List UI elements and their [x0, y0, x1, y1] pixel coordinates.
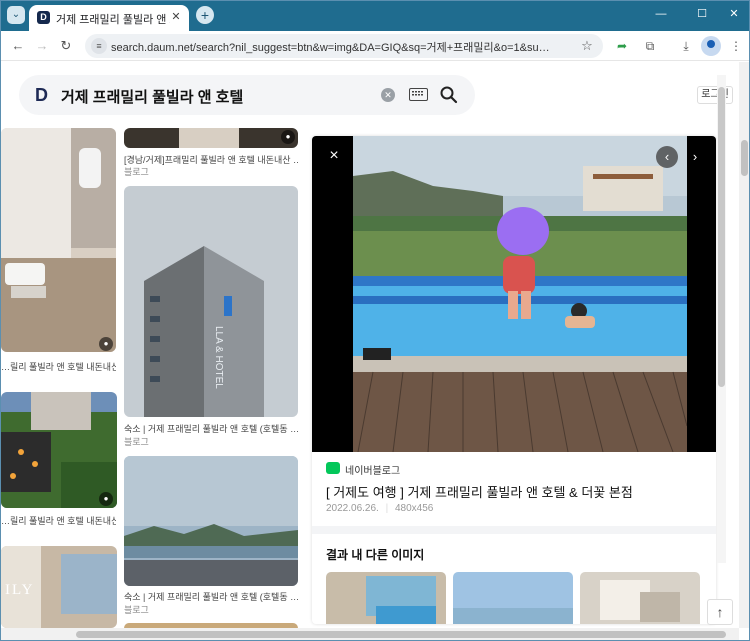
detail-scrollbar[interactable]	[717, 75, 726, 563]
browser-toolbar: ← → ↻ ≡ search.daum.net/search?nil_sugge…	[1, 31, 749, 61]
minimize-button[interactable]: —	[651, 6, 671, 22]
page-horizontal-scrollbar[interactable]	[1, 628, 739, 640]
result-image[interactable]: ILY	[1, 546, 117, 628]
result-caption[interactable]: …릴리 풀빌라 앤 호텔 내돈내산 …	[1, 360, 116, 373]
search-bar[interactable]: D 거제 프래밀리 풀빌라 앤 호텔 ✕	[19, 75, 475, 115]
daum-logo[interactable]: D	[35, 86, 51, 104]
forward-button[interactable]: →	[33, 37, 51, 55]
location-pin-icon: ●	[99, 337, 113, 351]
next-image-button[interactable]: ›	[684, 146, 706, 168]
result-image[interactable]	[124, 128, 298, 148]
bookmark-star-icon[interactable]: ☆	[579, 38, 595, 54]
result-source[interactable]: 블로그	[124, 165, 149, 178]
new-tab-button[interactable]: +	[196, 6, 214, 24]
browser-tab[interactable]: D 거제 프래밀리 풀빌라 앤 호텔 ✕	[29, 5, 189, 31]
search-input[interactable]: 거제 프래밀리 풀빌라 앤 호텔	[61, 86, 243, 107]
result-caption[interactable]: …릴리 풀빌라 앤 호텔 내돈내산 …	[1, 514, 116, 527]
page-vertical-scrollbar[interactable]	[739, 62, 749, 628]
result-image[interactable]	[1, 128, 116, 352]
image-detail-panel: × ‹ › 네이버블로그 [ 거제도 여행 ] 거제 프래밀리 풀빌라 앤 호텔…	[312, 136, 716, 624]
close-icon[interactable]: ×	[326, 148, 342, 164]
result-source[interactable]: 블로그	[124, 603, 149, 616]
extensions-icon[interactable]: ⧉	[641, 37, 659, 55]
downloads-icon[interactable]: ⤓	[677, 37, 695, 55]
detail-size: 480x456	[395, 503, 434, 514]
similar-image[interactable]	[453, 572, 573, 624]
section-divider	[312, 526, 716, 534]
page-vertical-scrollbar-thumb[interactable]	[741, 140, 748, 176]
search-icon[interactable]	[439, 85, 459, 105]
clear-icon[interactable]: ✕	[381, 88, 395, 102]
url-text[interactable]: search.daum.net/search?nil_suggest=btn&w…	[111, 39, 551, 55]
result-caption[interactable]: [경남/거제]프래밀리 풀빌라 앤 호텔 내돈내산 …	[124, 153, 298, 166]
naver-blog-icon	[326, 462, 340, 474]
svg-text:ILY: ILY	[5, 582, 35, 598]
detail-title[interactable]: [ 거제도 여행 ] 거제 프래밀리 풀빌라 앤 호텔 & 더꽃 본점	[326, 482, 706, 501]
meta-divider: |	[385, 503, 389, 514]
detail-date: 2022.06.26.	[326, 503, 379, 514]
result-image[interactable]	[1, 392, 117, 508]
similar-image[interactable]	[580, 572, 700, 624]
back-button[interactable]: ←	[9, 37, 27, 55]
page-content: D 거제 프래밀리 풀빌라 앤 호텔 ✕ 로그인 ● …릴리 풀빌라 앤 호텔 …	[1, 62, 739, 628]
result-image[interactable]	[124, 456, 298, 586]
reload-button[interactable]: ↻	[57, 37, 75, 55]
location-pin-icon: ●	[281, 130, 295, 144]
window-close-button[interactable]: ✕	[724, 6, 744, 22]
tab-title: 거제 프래밀리 풀빌라 앤 호텔	[56, 14, 170, 26]
scroll-to-top-button[interactable]: ↑	[707, 599, 733, 625]
profile-avatar-icon[interactable]	[701, 36, 721, 56]
source-label[interactable]: 네이버블로그	[345, 462, 400, 477]
detail-image-viewer: × ‹ ›	[312, 136, 716, 452]
keyboard-icon[interactable]	[409, 88, 428, 101]
tab-search-button[interactable]: ⌄	[7, 6, 25, 24]
result-image[interactable]: LLA & HOTEL	[124, 186, 298, 417]
location-pin-icon: ●	[99, 492, 113, 506]
result-caption[interactable]: 숙소 | 거제 프래밀리 풀빌라 앤 호텔 (호텔동 …	[124, 590, 298, 603]
daum-favicon-icon: D	[37, 11, 50, 24]
maximize-button[interactable]: ☐	[692, 6, 712, 22]
login-button[interactable]: 로그인	[697, 86, 733, 104]
page-horizontal-scrollbar-thumb[interactable]	[76, 631, 726, 638]
tab-strip: ⌄ D 거제 프래밀리 풀빌라 앤 호텔 ✕ + — ☐ ✕	[1, 1, 749, 31]
tab-close-icon[interactable]: ✕	[169, 10, 183, 24]
result-source[interactable]: 블로그	[124, 435, 149, 448]
detail-image[interactable]	[353, 136, 687, 452]
svg-text:LLA & HOTEL: LLA & HOTEL	[213, 326, 224, 389]
similar-images-heading: 결과 내 다른 이미지	[326, 548, 425, 562]
share-arrow-icon[interactable]: ➦	[613, 37, 631, 55]
more-menu-icon[interactable]: ⋮	[727, 37, 745, 55]
detail-meta: 2022.06.26. | 480x456	[326, 503, 433, 514]
site-info-icon[interactable]: ≡	[91, 38, 107, 54]
result-caption[interactable]: 숙소 | 거제 프래밀리 풀빌라 앤 호텔 (호텔동 …	[124, 422, 298, 435]
detail-scrollbar-thumb[interactable]	[718, 87, 725, 387]
address-bar[interactable]: ≡ search.daum.net/search?nil_suggest=btn…	[85, 34, 603, 58]
browser-window: ⌄ D 거제 프래밀리 풀빌라 앤 호텔 ✕ + — ☐ ✕ ← → ↻ ≡ s…	[0, 0, 750, 641]
similar-image[interactable]	[326, 572, 446, 624]
prev-image-button[interactable]: ‹	[656, 146, 678, 168]
